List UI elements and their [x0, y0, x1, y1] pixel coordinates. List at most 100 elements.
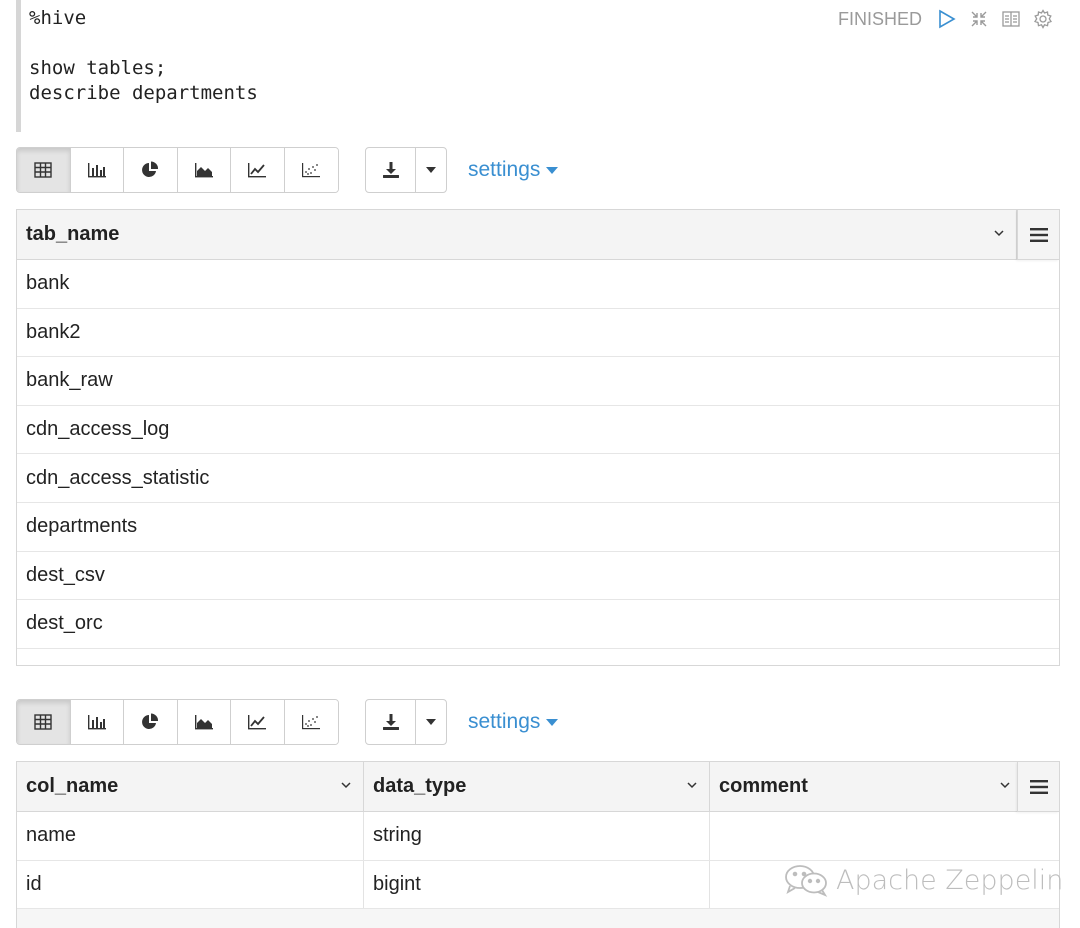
table-cell: bank2 — [26, 320, 81, 343]
table-row: bank2 — [17, 309, 1059, 358]
settings-label: settings — [468, 710, 541, 733]
column-header[interactable]: tab_name — [17, 210, 1017, 259]
table-row: dest_csv — [17, 552, 1059, 601]
download-group — [365, 147, 447, 193]
bar-chart-button[interactable] — [70, 700, 124, 744]
table-cell: string — [364, 812, 710, 860]
code-line: describe departments — [29, 82, 258, 104]
table-cell — [710, 812, 1059, 860]
download-button[interactable] — [366, 148, 416, 192]
download-button[interactable] — [366, 700, 416, 744]
download-dropdown[interactable] — [416, 700, 446, 744]
table-row: departments — [17, 503, 1059, 552]
table-cell: bank — [26, 272, 70, 295]
table-cell: cdn_access_log — [26, 418, 170, 441]
table-header: col_name data_type comment — [17, 762, 1059, 812]
code-editor[interactable]: %hive show tables; describe departments … — [16, 0, 1060, 132]
gear-icon[interactable] — [1032, 8, 1054, 30]
column-header-label: data_type — [373, 775, 467, 797]
table-view-button[interactable] — [17, 148, 71, 192]
column-header[interactable]: col_name — [17, 762, 364, 811]
table-view-button[interactable] — [17, 700, 71, 744]
table-icon — [34, 714, 52, 730]
menu-icon — [1029, 227, 1048, 242]
table-row — [17, 909, 1059, 928]
settings-label: settings — [468, 158, 541, 181]
line-chart-button[interactable] — [231, 700, 285, 744]
pie-chart-button[interactable] — [124, 148, 178, 192]
result-toolbar: settings — [16, 147, 1060, 193]
chevron-down-icon — [341, 782, 351, 789]
bar-chart-button[interactable] — [70, 148, 124, 192]
pie-chart-icon — [142, 713, 159, 729]
table-row: bank — [17, 260, 1059, 309]
scatter-chart-button[interactable] — [284, 148, 338, 192]
result-table-2: col_name data_type comment name string i… — [16, 761, 1060, 928]
line-chart-icon — [248, 715, 267, 730]
column-header[interactable]: comment — [710, 762, 1059, 811]
area-chart-button[interactable] — [177, 148, 231, 192]
table-cell: id — [17, 860, 364, 909]
book-icon[interactable] — [1000, 8, 1022, 30]
table-icon — [34, 162, 52, 178]
area-chart-icon — [194, 163, 213, 178]
collapse-icon[interactable] — [968, 8, 990, 30]
table-row: bank_raw — [17, 357, 1059, 406]
wechat-icon — [785, 865, 828, 897]
caret-down-icon — [426, 719, 436, 725]
scatter-chart-button[interactable] — [284, 700, 338, 744]
caret-down-icon — [546, 718, 559, 726]
code-line: %hive — [29, 7, 87, 29]
table-cell: name — [17, 812, 364, 860]
grid-menu-button[interactable] — [1017, 762, 1059, 812]
scatter-chart-icon — [302, 163, 321, 178]
column-header-label: comment — [719, 775, 808, 797]
grid-menu-button[interactable] — [1017, 210, 1059, 260]
result-table-1: tab_name bank bank2 bank_raw cdn_access_… — [16, 209, 1060, 666]
table-cell: cdn_access_statistic — [26, 466, 210, 489]
result-toolbar: settings — [16, 699, 1060, 745]
table-row: cdn_access_statistic — [17, 454, 1059, 503]
settings-toggle[interactable]: settings — [468, 699, 559, 745]
code-line: show tables; — [29, 57, 167, 79]
table-cell: departments — [26, 515, 138, 538]
download-dropdown[interactable] — [416, 148, 446, 192]
table-cell: dest_orc — [26, 612, 103, 635]
table-row: dest_orc — [17, 600, 1059, 649]
visualization-buttons — [16, 699, 339, 745]
pie-chart-button[interactable] — [124, 700, 178, 744]
settings-toggle[interactable]: settings — [468, 147, 559, 193]
area-chart-icon — [194, 715, 213, 730]
table-header: tab_name — [17, 210, 1059, 260]
column-header[interactable]: data_type — [364, 762, 710, 811]
bar-chart-icon — [87, 163, 106, 178]
watermark: Apache Zeppelin — [782, 862, 1063, 898]
caret-down-icon — [546, 166, 559, 174]
status-text: FINISHED — [837, 8, 922, 29]
bar-chart-icon — [87, 715, 106, 730]
scatter-chart-icon — [302, 715, 321, 730]
chevron-down-icon — [1000, 782, 1010, 789]
area-chart-button[interactable] — [177, 700, 231, 744]
table-cell: dest_csv — [26, 563, 105, 586]
table-cell: bigint — [364, 860, 710, 909]
table-row: name string — [17, 812, 1059, 861]
caret-down-icon — [426, 167, 436, 173]
line-chart-button[interactable] — [231, 148, 285, 192]
watermark-text: Apache Zeppelin — [836, 864, 1064, 896]
download-group — [365, 699, 447, 745]
download-icon — [382, 162, 399, 178]
pie-chart-icon — [142, 161, 159, 177]
table-cell: bank_raw — [26, 369, 113, 392]
line-chart-icon — [248, 163, 267, 178]
chevron-down-icon — [687, 782, 697, 789]
code-text[interactable]: %hive show tables; describe departments — [29, 6, 258, 106]
visualization-buttons — [16, 147, 339, 193]
column-header-label: col_name — [26, 775, 119, 797]
run-icon[interactable] — [936, 8, 958, 30]
paragraph-controls: FINISHED — [838, 6, 1054, 32]
column-header-label: tab_name — [26, 223, 120, 245]
chevron-down-icon — [994, 230, 1004, 237]
menu-icon — [1029, 779, 1048, 794]
download-icon — [382, 714, 399, 730]
